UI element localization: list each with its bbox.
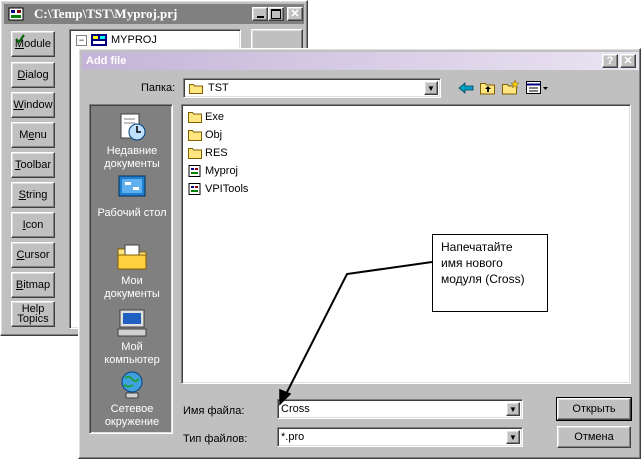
dialog-button[interactable]: Dialog — [11, 62, 55, 88]
project-icon — [91, 34, 107, 46]
tree-root-item[interactable]: − MYPROJ — [76, 34, 157, 46]
chevron-down-icon[interactable]: ▼ — [506, 402, 520, 416]
network-icon — [121, 371, 143, 399]
cursor-button[interactable]: Cursor — [11, 242, 55, 268]
place-label: документы — [104, 288, 160, 300]
callout-line: модуля (Cross) — [441, 272, 525, 286]
button-label: String — [18, 189, 48, 201]
filetype-label: Тип файлов: — [183, 433, 248, 445]
folder-value: TST — [208, 82, 229, 94]
filetype-value: *.pro — [281, 431, 305, 443]
close-icon: ✕ — [623, 54, 633, 67]
button-label: Window — [13, 99, 53, 111]
chevron-down-icon[interactable]: ▼ — [424, 81, 438, 95]
minimize-button[interactable] — [252, 7, 268, 21]
desktop-icon — [118, 175, 146, 201]
place-label: Сетевое — [110, 403, 154, 415]
filename-input[interactable]: Cross ▼ — [277, 399, 523, 419]
string-button[interactable]: String — [11, 182, 55, 208]
help-topics-button[interactable]: Help Topics — [11, 301, 55, 327]
place-network[interactable]: Сетевое окружение — [90, 369, 174, 429]
button-label: Menu — [19, 129, 47, 141]
bitmap-button[interactable]: Bitmap — [11, 272, 55, 298]
place-label: документы — [104, 158, 160, 170]
file-list-item[interactable]: Exe — [188, 109, 224, 125]
tree-collapse-icon[interactable]: − — [76, 34, 87, 46]
back-arrow-icon[interactable] — [458, 81, 474, 95]
file-name: Myproj — [205, 165, 239, 177]
folder-icon — [188, 148, 202, 159]
open-button[interactable]: Открыть — [556, 397, 632, 421]
place-my-computer[interactable]: Мой компьютер — [90, 307, 174, 367]
file-name: RES — [205, 147, 228, 159]
place-my-documents[interactable]: Мои документы — [90, 241, 174, 301]
place-label: Рабочий стол — [97, 207, 167, 219]
help-icon: ? — [606, 54, 614, 67]
icon-button[interactable]: Icon — [11, 212, 55, 238]
file-list[interactable]: Exe Obj RES Myproj VPITools — [181, 104, 631, 384]
project-title-bar[interactable]: C:\Temp\TST\Myproj.prj ✕ — [4, 4, 304, 24]
instruction-callout: Напечатайте имя нового модуля (Cross) — [432, 234, 548, 312]
dialog-close-button[interactable]: ✕ — [620, 54, 636, 68]
filetype-select[interactable]: *.pro ▼ — [277, 427, 523, 447]
place-label: окружение — [104, 416, 160, 428]
callout-line: имя нового — [441, 256, 503, 270]
project-close-button[interactable]: ✕ — [287, 7, 303, 21]
maximize-button[interactable] — [268, 7, 284, 21]
place-desktop[interactable]: Рабочий стол — [90, 173, 174, 220]
place-label: Мой — [121, 341, 143, 353]
button-label: Bitmap — [15, 279, 51, 291]
my-documents-icon — [117, 244, 147, 270]
recent-docs-icon — [120, 113, 146, 141]
add-file-dialog: Add file ? ✕ Папка: TST ▼ Недавние докум… — [78, 48, 641, 459]
callout-line: Напечатайте — [441, 240, 513, 254]
project-window-title: C:\Temp\TST\Myproj.prj — [34, 6, 178, 21]
button-label: Cursor — [16, 249, 50, 261]
project-file-icon — [188, 183, 201, 195]
menu-button[interactable]: Menu — [11, 122, 55, 148]
file-list-item[interactable]: Myproj — [188, 163, 238, 179]
file-name: Exe — [205, 111, 224, 123]
new-folder-icon[interactable] — [502, 80, 520, 95]
file-name: Obj — [205, 129, 223, 141]
place-label: компьютер — [104, 354, 160, 366]
up-folder-icon[interactable] — [480, 81, 496, 95]
minimize-icon — [256, 16, 264, 18]
button-label: Toolbar — [14, 159, 52, 171]
file-list-item[interactable]: RES — [188, 145, 228, 161]
module-button[interactable]: Module — [11, 31, 55, 57]
places-bar: Недавние документы Рабочий стол Мои доку… — [89, 104, 173, 434]
system-menu-icon[interactable] — [8, 7, 24, 21]
button-label: Dialog — [17, 69, 49, 81]
checkmark-icon — [15, 34, 25, 44]
chevron-down-icon[interactable]: ▼ — [506, 430, 520, 444]
dialog-title-bar[interactable]: Add file ? ✕ — [82, 52, 639, 70]
file-list-item[interactable]: VPITools — [188, 181, 248, 197]
cancel-button[interactable]: Отмена — [557, 426, 631, 448]
place-label: Мои — [121, 275, 143, 287]
folder-icon — [188, 112, 202, 123]
folder-combo[interactable]: TST ▼ — [183, 78, 441, 98]
maximize-icon — [271, 9, 281, 19]
view-menu-icon[interactable] — [526, 81, 550, 95]
file-list-item[interactable]: Obj — [188, 127, 222, 143]
filename-label: Имя файла: — [183, 405, 245, 417]
button-label: Icon — [22, 219, 44, 231]
my-computer-icon — [117, 309, 147, 337]
dialog-title: Add file — [86, 55, 127, 67]
filename-value: Cross — [281, 403, 310, 415]
help-button[interactable]: ? — [602, 54, 618, 68]
file-name: VPITools — [205, 183, 249, 195]
place-label: Недавние — [106, 145, 158, 157]
toolbar-button[interactable]: Toolbar — [11, 152, 55, 178]
window-button[interactable]: Window — [11, 92, 55, 118]
button-label: Topics — [17, 313, 49, 325]
folder-icon — [188, 130, 202, 141]
project-file-icon — [188, 165, 201, 177]
tree-root-label: MYPROJ — [111, 34, 157, 46]
place-recent[interactable]: Недавние документы — [90, 111, 174, 171]
folder-label: Папка: — [141, 82, 176, 94]
folder-icon — [189, 84, 203, 94]
close-icon: ✕ — [290, 7, 300, 20]
